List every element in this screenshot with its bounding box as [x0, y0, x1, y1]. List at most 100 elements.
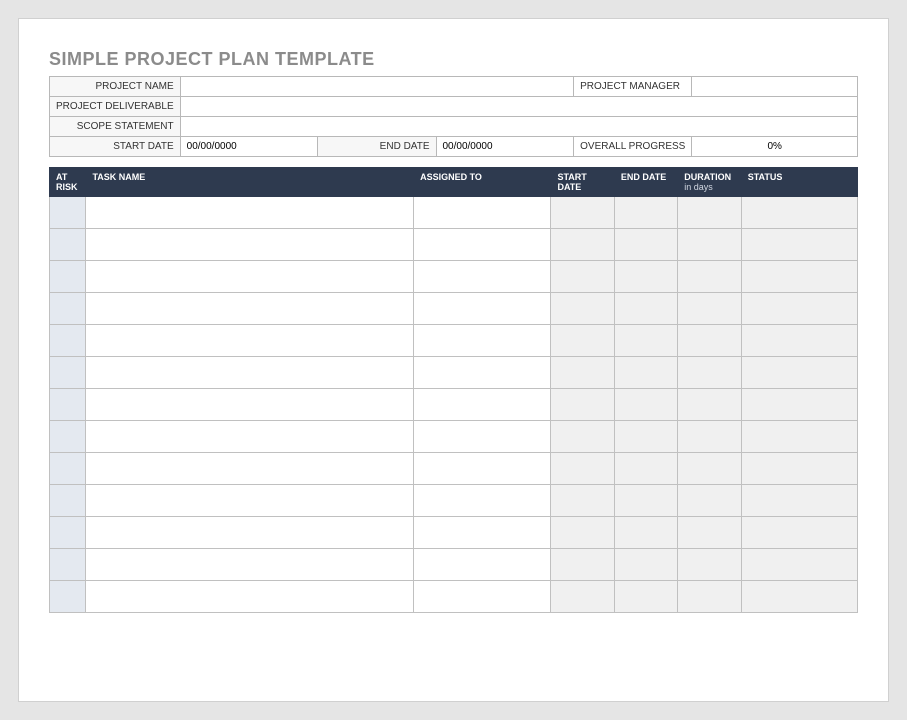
- project-deliverable-field[interactable]: [180, 97, 857, 117]
- at-risk-cell[interactable]: [50, 325, 86, 357]
- end-date-cell[interactable]: [614, 325, 677, 357]
- at-risk-cell[interactable]: [50, 357, 86, 389]
- duration-cell[interactable]: [678, 549, 741, 581]
- task-name-cell[interactable]: [86, 325, 414, 357]
- duration-cell[interactable]: [678, 581, 741, 613]
- document-page: SIMPLE PROJECT PLAN TEMPLATE PROJECT NAM…: [18, 18, 889, 702]
- overall-progress-field[interactable]: 0%: [692, 137, 858, 157]
- at-risk-cell[interactable]: [50, 485, 86, 517]
- at-risk-cell[interactable]: [50, 293, 86, 325]
- status-cell[interactable]: [741, 453, 857, 485]
- end-date-cell[interactable]: [614, 229, 677, 261]
- duration-cell[interactable]: [678, 357, 741, 389]
- status-cell[interactable]: [741, 357, 857, 389]
- end-date-cell[interactable]: [614, 197, 677, 229]
- start-date-cell[interactable]: [551, 549, 614, 581]
- task-name-cell[interactable]: [86, 261, 414, 293]
- start-date-cell[interactable]: [551, 229, 614, 261]
- at-risk-cell[interactable]: [50, 389, 86, 421]
- assigned-to-cell[interactable]: [414, 229, 551, 261]
- at-risk-cell[interactable]: [50, 549, 86, 581]
- project-manager-field[interactable]: [692, 77, 858, 97]
- end-date-cell[interactable]: [614, 581, 677, 613]
- start-date-cell[interactable]: [551, 581, 614, 613]
- assigned-to-cell[interactable]: [414, 453, 551, 485]
- at-risk-cell[interactable]: [50, 261, 86, 293]
- duration-cell[interactable]: [678, 517, 741, 549]
- duration-cell[interactable]: [678, 229, 741, 261]
- assigned-to-cell[interactable]: [414, 325, 551, 357]
- duration-cell[interactable]: [678, 325, 741, 357]
- at-risk-cell[interactable]: [50, 197, 86, 229]
- task-name-cell[interactable]: [86, 293, 414, 325]
- end-date-cell[interactable]: [614, 389, 677, 421]
- start-date-cell[interactable]: [551, 485, 614, 517]
- start-date-cell[interactable]: [551, 357, 614, 389]
- assigned-to-cell[interactable]: [414, 357, 551, 389]
- status-cell[interactable]: [741, 421, 857, 453]
- end-date-label: END DATE: [318, 137, 436, 157]
- start-date-cell[interactable]: [551, 517, 614, 549]
- project-name-field[interactable]: [180, 77, 573, 97]
- status-cell[interactable]: [741, 581, 857, 613]
- task-name-cell[interactable]: [86, 581, 414, 613]
- end-date-cell[interactable]: [614, 549, 677, 581]
- duration-cell[interactable]: [678, 197, 741, 229]
- duration-cell[interactable]: [678, 453, 741, 485]
- status-cell[interactable]: [741, 229, 857, 261]
- end-date-cell[interactable]: [614, 485, 677, 517]
- at-risk-cell[interactable]: [50, 453, 86, 485]
- scope-statement-field[interactable]: [180, 117, 857, 137]
- start-date-field[interactable]: 00/00/0000: [180, 137, 318, 157]
- task-name-cell[interactable]: [86, 421, 414, 453]
- assigned-to-cell[interactable]: [414, 485, 551, 517]
- assigned-to-cell[interactable]: [414, 389, 551, 421]
- status-cell[interactable]: [741, 549, 857, 581]
- task-name-cell[interactable]: [86, 229, 414, 261]
- status-cell[interactable]: [741, 293, 857, 325]
- assigned-to-cell[interactable]: [414, 197, 551, 229]
- at-risk-cell[interactable]: [50, 421, 86, 453]
- end-date-cell[interactable]: [614, 453, 677, 485]
- start-date-cell[interactable]: [551, 197, 614, 229]
- task-name-cell[interactable]: [86, 357, 414, 389]
- end-date-cell[interactable]: [614, 421, 677, 453]
- end-date-cell[interactable]: [614, 261, 677, 293]
- end-date-cell[interactable]: [614, 517, 677, 549]
- start-date-cell[interactable]: [551, 261, 614, 293]
- at-risk-cell[interactable]: [50, 229, 86, 261]
- start-date-cell[interactable]: [551, 453, 614, 485]
- task-name-cell[interactable]: [86, 517, 414, 549]
- task-name-cell[interactable]: [86, 197, 414, 229]
- status-cell[interactable]: [741, 389, 857, 421]
- duration-cell[interactable]: [678, 261, 741, 293]
- at-risk-cell[interactable]: [50, 581, 86, 613]
- duration-cell[interactable]: [678, 421, 741, 453]
- start-date-cell[interactable]: [551, 389, 614, 421]
- status-cell[interactable]: [741, 197, 857, 229]
- assigned-to-cell[interactable]: [414, 261, 551, 293]
- task-name-cell[interactable]: [86, 485, 414, 517]
- end-date-cell[interactable]: [614, 293, 677, 325]
- status-cell[interactable]: [741, 517, 857, 549]
- task-name-cell[interactable]: [86, 453, 414, 485]
- assigned-to-cell[interactable]: [414, 549, 551, 581]
- assigned-to-cell[interactable]: [414, 581, 551, 613]
- at-risk-cell[interactable]: [50, 517, 86, 549]
- start-date-cell[interactable]: [551, 325, 614, 357]
- status-cell[interactable]: [741, 485, 857, 517]
- assigned-to-cell[interactable]: [414, 421, 551, 453]
- start-date-cell[interactable]: [551, 293, 614, 325]
- end-date-cell[interactable]: [614, 357, 677, 389]
- assigned-to-cell[interactable]: [414, 517, 551, 549]
- end-date-field[interactable]: 00/00/0000: [436, 137, 574, 157]
- status-cell[interactable]: [741, 261, 857, 293]
- duration-cell[interactable]: [678, 293, 741, 325]
- start-date-cell[interactable]: [551, 421, 614, 453]
- task-name-cell[interactable]: [86, 389, 414, 421]
- duration-cell[interactable]: [678, 485, 741, 517]
- assigned-to-cell[interactable]: [414, 293, 551, 325]
- duration-cell[interactable]: [678, 389, 741, 421]
- status-cell[interactable]: [741, 325, 857, 357]
- task-name-cell[interactable]: [86, 549, 414, 581]
